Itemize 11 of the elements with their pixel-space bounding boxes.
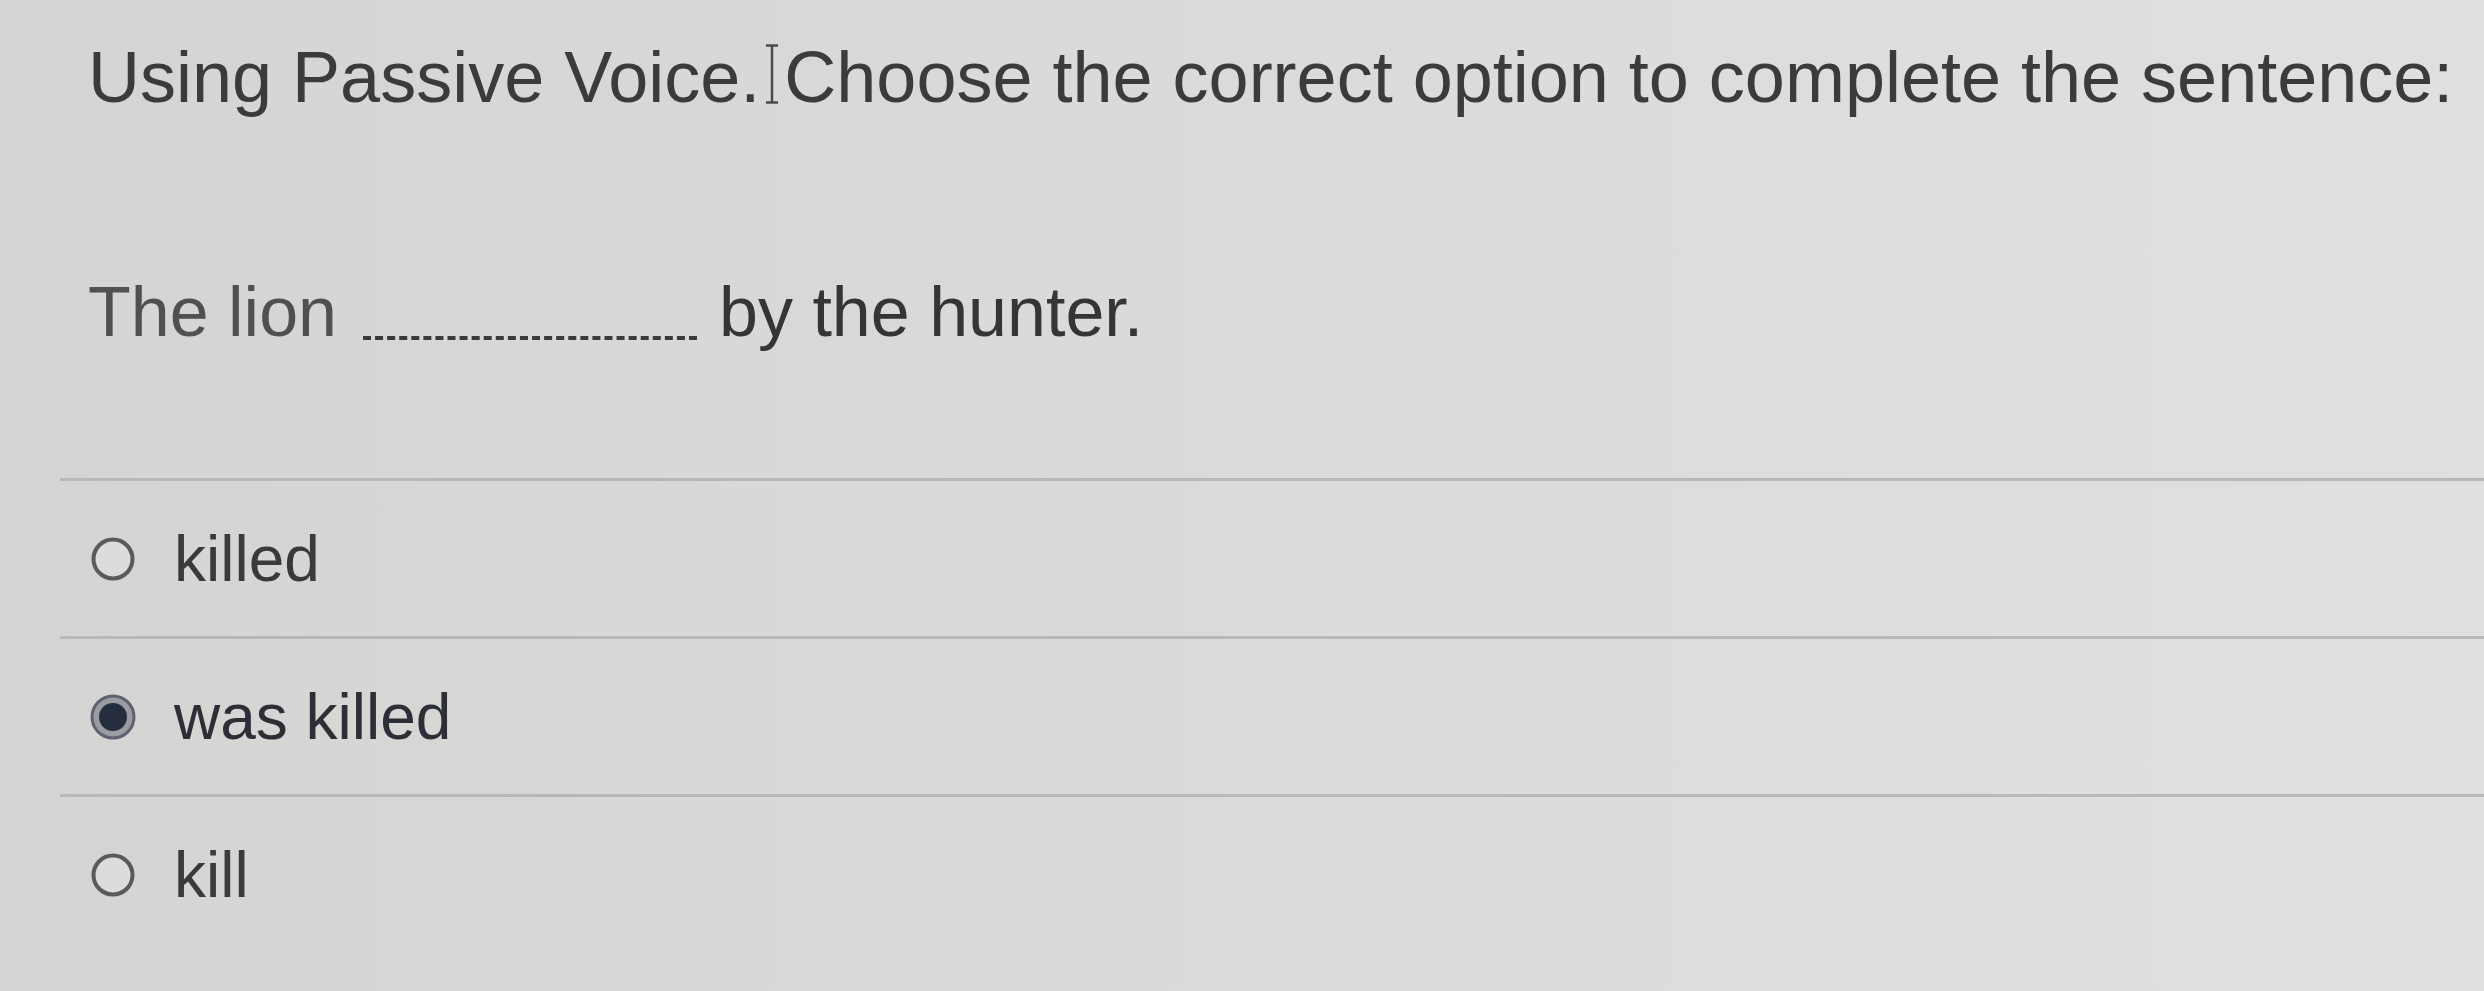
text-cursor-icon: [765, 44, 780, 104]
option-label[interactable]: kill: [174, 836, 249, 913]
question-title: Using Passive Voice.: [88, 36, 761, 119]
radio-button[interactable]: [90, 535, 136, 582]
option-label[interactable]: killed: [174, 520, 320, 597]
sentence-start-text: The lion: [88, 272, 338, 353]
question-instruction: Choose the correct option to complete the sentence:: [784, 36, 2454, 119]
sentence-end-text: by the hunter.: [719, 272, 1144, 353]
option-label[interactable]: was killed: [174, 678, 452, 755]
radio-button-selected[interactable]: [90, 693, 136, 740]
radio-button[interactable]: [90, 851, 136, 898]
